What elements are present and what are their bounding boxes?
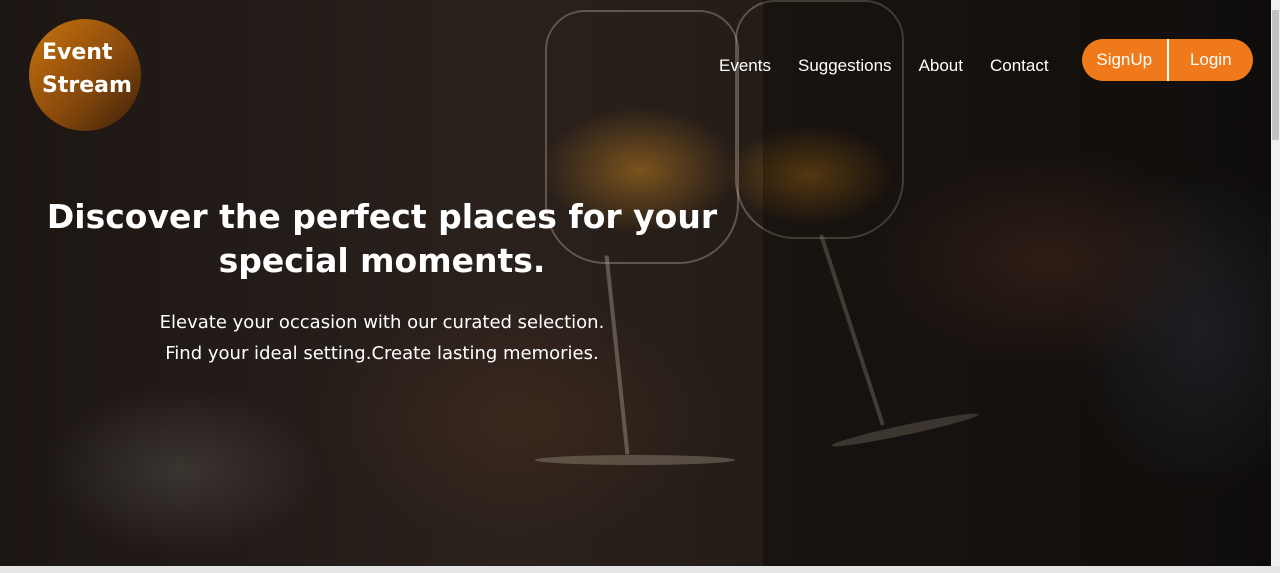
logo[interactable]: Event Stream [29, 19, 141, 131]
auth-buttons: SignUp Login [1082, 39, 1253, 81]
hero-headline-line-1: Discover the perfect places for your [46, 197, 718, 236]
login-button[interactable]: Login [1169, 39, 1254, 81]
hero-overlay [763, 0, 1271, 566]
page: Event Stream Events Suggestions About Co… [0, 0, 1280, 573]
hero-subline-1: Elevate your occasion with our curated s… [159, 312, 605, 333]
signup-button[interactable]: SignUp [1082, 39, 1167, 81]
logo-line-2: Stream [42, 73, 132, 98]
hero-subline-2: Find your ideal setting.Create lasting m… [165, 343, 599, 364]
main-nav: Events Suggestions About Contact [719, 54, 1076, 78]
hero-headline: Discover the perfect places for your spe… [40, 195, 724, 283]
scrollbar-thumb[interactable] [1272, 10, 1279, 140]
horizontal-scroll-track [0, 566, 1280, 573]
glass-base [535, 455, 735, 465]
nav-link-contact[interactable]: Contact [990, 54, 1049, 78]
hero-background-image [0, 0, 1271, 566]
vertical-scrollbar[interactable] [1271, 0, 1280, 566]
nav-link-events[interactable]: Events [719, 54, 771, 78]
logo-line-1: Event [42, 40, 113, 65]
hero-headline-line-2: special moments. [218, 241, 546, 280]
logo-text: Event Stream [42, 36, 132, 102]
nav-link-suggestions[interactable]: Suggestions [798, 54, 892, 78]
nav-link-about[interactable]: About [919, 54, 963, 78]
